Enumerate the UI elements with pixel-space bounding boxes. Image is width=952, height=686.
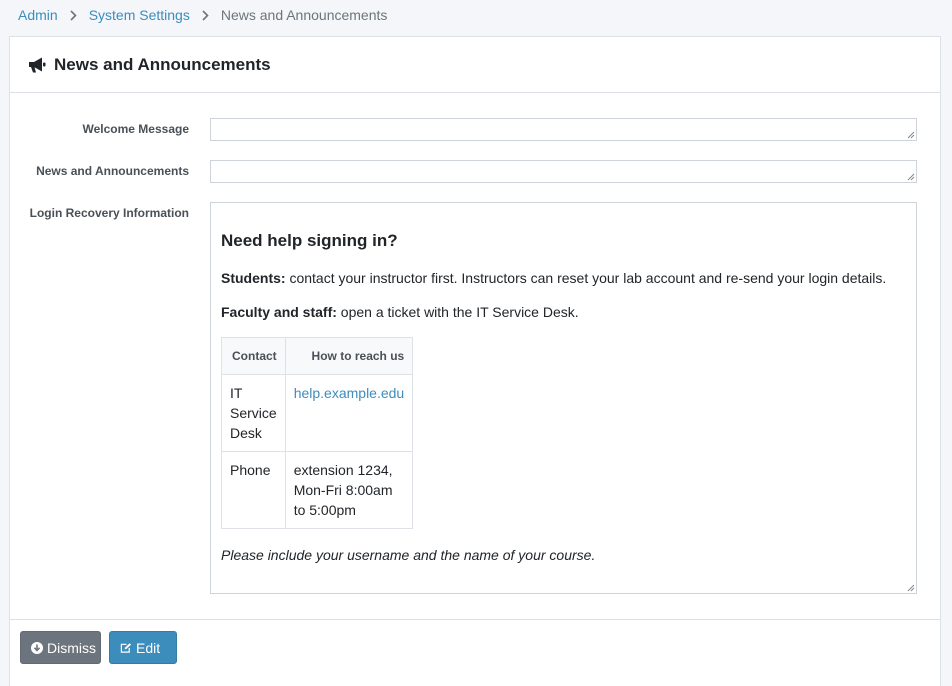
recovery-note: Please include your username and the nam… [221, 547, 596, 563]
table-row: Phone extension 1234, Mon-Fri 8:00am to … [221, 451, 414, 529]
breadcrumb-system-settings[interactable]: System Settings [89, 7, 190, 23]
edit-button[interactable]: Edit [109, 631, 177, 664]
dismiss-label: Dismiss [47, 639, 96, 656]
help-desk-link[interactable]: help.example.edu [294, 385, 405, 401]
students-paragraph: Students: contact your instructor first.… [221, 268, 906, 288]
recovery-heading: Need help signing in? [221, 231, 398, 250]
card-footer-divider [10, 619, 940, 620]
login-recovery-content: Need help signing in? Students: contact … [211, 230, 916, 565]
login-recovery-editor[interactable]: Need help signing in? Students: contact … [210, 202, 917, 594]
news-announcements-textarea[interactable] [210, 160, 917, 183]
breadcrumb: Admin System Settings News and Announcem… [18, 6, 387, 24]
students-text: contact your instructor first. Instructo… [285, 270, 887, 286]
column-header-contact: Contact [221, 337, 286, 375]
chevron-right-icon [70, 9, 77, 21]
table-header-row: Contact How to reach us [221, 337, 414, 375]
resize-grip-icon[interactable] [906, 130, 915, 139]
faculty-paragraph: Faculty and staff: open a ticket with th… [221, 302, 906, 322]
card-header: News and Announcements [10, 37, 940, 93]
reach-cell: extension 1234, Mon-Fri 8:00am to 5:00pm [284, 451, 414, 529]
edit-label: Edit [136, 639, 161, 656]
settings-card: News and Announcements Welcome Message N… [9, 36, 941, 686]
contact-cell: Phone [221, 451, 286, 529]
reach-cell: help.example.edu [284, 374, 414, 452]
login-recovery-label: Login Recovery Information [29, 206, 189, 220]
students-label: Students: [221, 270, 286, 286]
chevron-right-icon [202, 9, 209, 21]
bullhorn-icon [27, 56, 47, 74]
resize-grip-icon[interactable] [906, 172, 915, 181]
welcome-message-label: Welcome Message [82, 122, 190, 136]
contact-cell: IT Service Desk [221, 374, 286, 452]
edit-icon [120, 642, 132, 654]
contact-table: Contact How to reach us IT Service Desk … [221, 337, 414, 529]
resize-grip-icon[interactable] [906, 583, 915, 592]
dismiss-button[interactable]: Dismiss [20, 631, 101, 664]
column-header-reach: How to reach us [284, 337, 414, 375]
faculty-label: Faculty and staff: [221, 304, 337, 320]
arrow-circle-down-icon [31, 641, 43, 654]
breadcrumb-admin[interactable]: Admin [18, 7, 58, 23]
news-announcements-label: News and Announcements [36, 164, 189, 178]
faculty-text: open a ticket with the IT Service Desk. [336, 304, 579, 320]
welcome-message-textarea[interactable] [210, 118, 917, 141]
table-row: IT Service Desk help.example.edu [221, 374, 414, 452]
breadcrumb-current: News and Announcements [220, 7, 388, 23]
card-title: News and Announcements [54, 54, 271, 74]
